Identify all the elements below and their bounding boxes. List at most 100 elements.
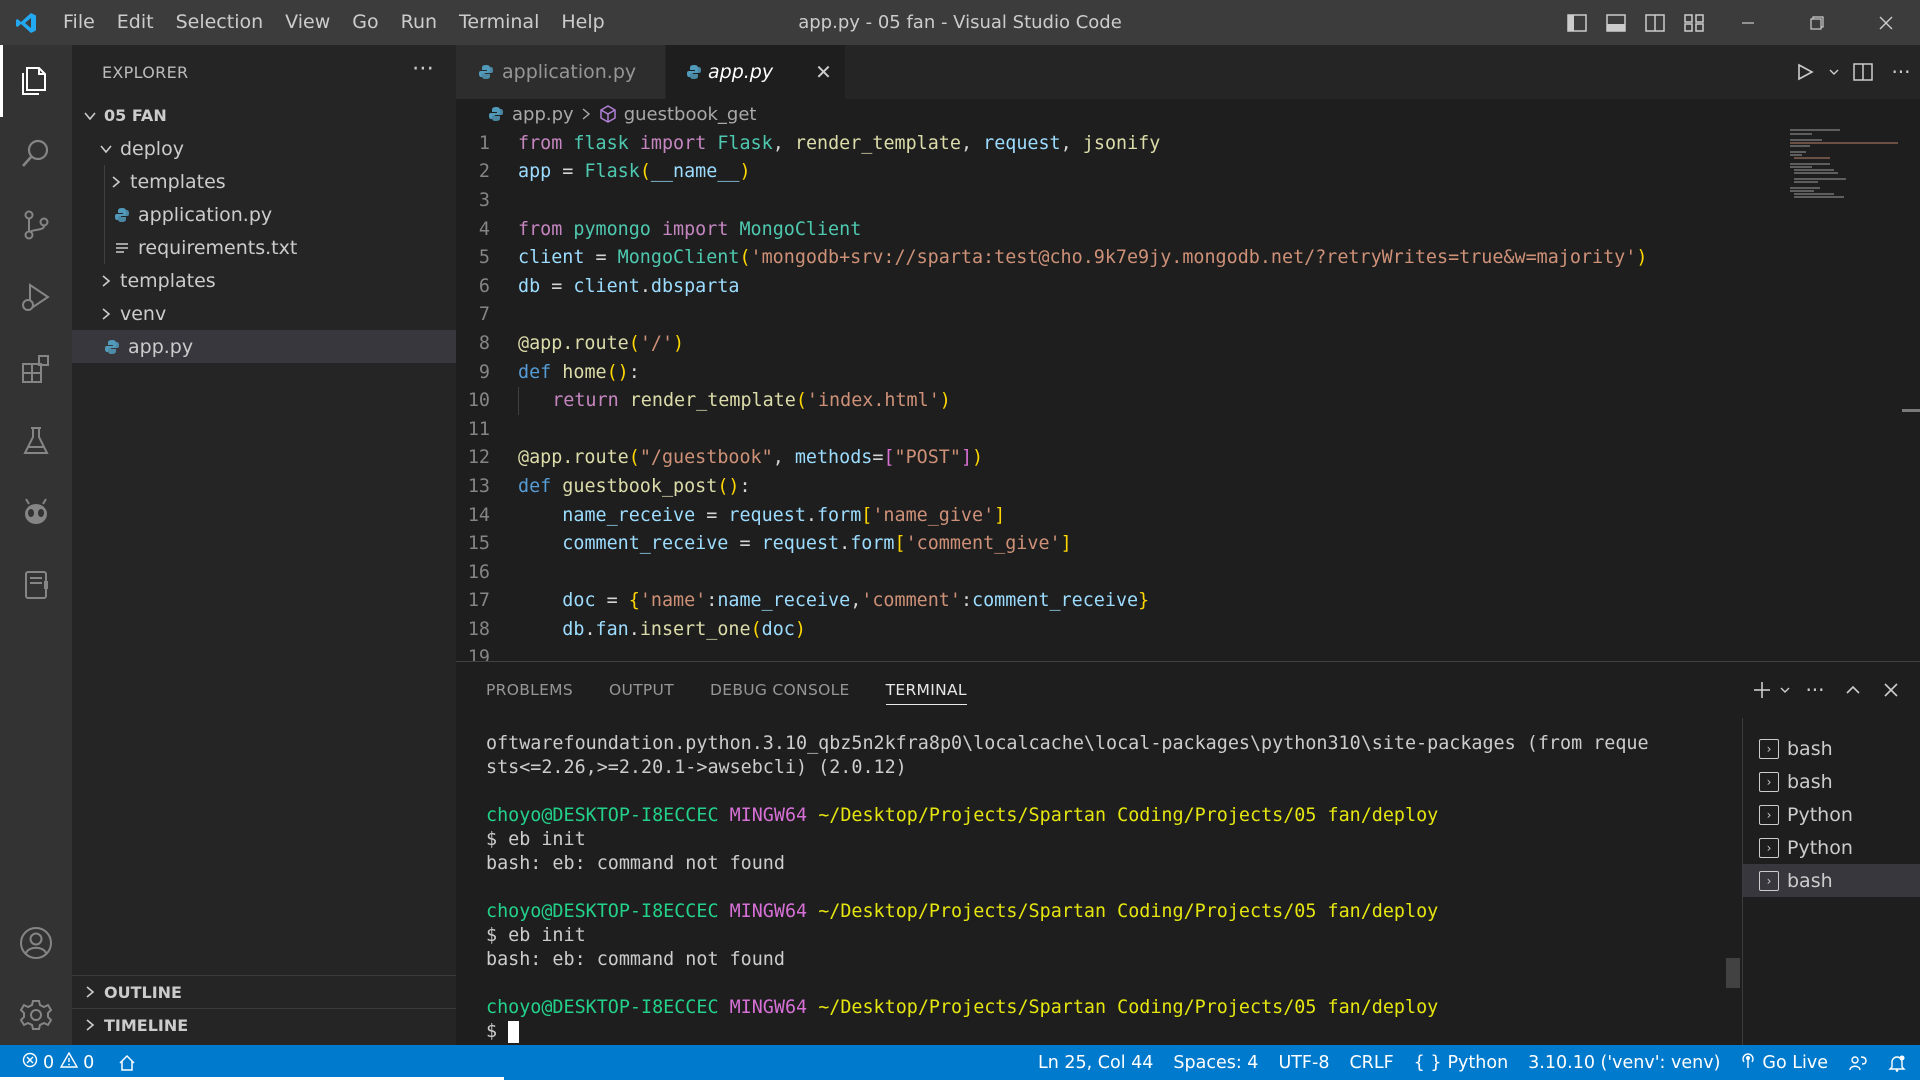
workspace-root[interactable]: 05 FAN	[72, 99, 456, 132]
tree-item-label: templates	[120, 269, 216, 292]
feedback-icon[interactable]	[1838, 1045, 1878, 1080]
panel-more-actions-icon[interactable]: ···	[1796, 662, 1834, 718]
python-interpreter[interactable]: 3.10.10 ('venv': venv)	[1518, 1045, 1730, 1080]
breadcrumb-file[interactable]: app.py	[512, 104, 574, 125]
encoding[interactable]: UTF-8	[1268, 1045, 1339, 1080]
terminal-instance[interactable]: › Python	[1743, 831, 1920, 864]
split-editor-icon[interactable]	[1844, 45, 1882, 99]
source-control-icon[interactable]	[0, 189, 72, 261]
tree-item-label: requirements.txt	[138, 236, 298, 259]
home-icon[interactable]	[104, 1045, 146, 1080]
toggle-secondary-sidebar-icon[interactable]	[1635, 0, 1674, 45]
menu-file[interactable]: File	[52, 0, 106, 45]
code-editor[interactable]: 1 from flask import Flask, render_templat…	[456, 129, 1920, 661]
notifications-bell-icon[interactable]	[1878, 1045, 1920, 1080]
run-dropdown-chevron-icon[interactable]	[1824, 45, 1844, 99]
close-panel-icon[interactable]	[1872, 662, 1910, 718]
code-line: 6 db = client.dbsparta	[478, 275, 740, 297]
terminal-scrollbar[interactable]	[1726, 958, 1740, 988]
terminal-prompt-line: choyo@DESKTOP-I8ECCEC MINGW64 ~/Desktop/…	[486, 996, 1736, 1020]
terminal-instance[interactable]: › bash	[1743, 864, 1920, 897]
menu-edit[interactable]: Edit	[106, 0, 165, 45]
settings-gear-icon[interactable]	[0, 979, 72, 1051]
extensions-icon[interactable]	[0, 333, 72, 405]
tab-debug-console[interactable]: DEBUG CONSOLE	[710, 662, 850, 718]
run-python-file-icon[interactable]	[1786, 45, 1824, 99]
editor-scrollbar[interactable]	[1902, 409, 1920, 412]
terminal-instance[interactable]: › Python	[1743, 798, 1920, 831]
menu-terminal[interactable]: Terminal	[448, 0, 550, 45]
code-line: 14 name_receive = request.form['name_giv…	[467, 504, 1006, 526]
tree-file-app-py[interactable]: app.py	[72, 330, 456, 363]
breadcrumb-symbol[interactable]: guestbook_get	[624, 104, 757, 125]
problems-status[interactable]: 0 0	[0, 1045, 104, 1080]
tab-application-py[interactable]: application.py	[456, 45, 666, 99]
minimap[interactable]	[1790, 129, 1900, 209]
outline-section[interactable]: OUTLINE	[72, 975, 456, 1008]
toggle-primary-sidebar-icon[interactable]	[1557, 0, 1596, 45]
code-line: 12 @app.route("/guestbook", methods=["POS…	[467, 447, 984, 469]
code-line: 11	[467, 418, 490, 440]
close-window-icon[interactable]	[1851, 0, 1920, 45]
bottom-panel: PROBLEMS OUTPUT DEBUG CONSOLE TERMINAL ·…	[456, 661, 1920, 1046]
terminal-input-line[interactable]: $	[486, 1020, 1736, 1044]
prompt-user: choyo@DESKTOP-I8ECCEC	[486, 901, 719, 922]
python-file-icon	[686, 62, 702, 82]
alien-extension-icon[interactable]	[0, 477, 72, 549]
toggle-panel-icon[interactable]	[1596, 0, 1635, 45]
menu-view[interactable]: View	[274, 0, 341, 45]
tree-folder-deploy[interactable]: deploy	[72, 132, 456, 165]
maximize-panel-chevron-up-icon[interactable]	[1834, 662, 1872, 718]
terminal-line: $ eb init	[486, 829, 586, 850]
menu-selection[interactable]: Selection	[165, 0, 275, 45]
menu-go[interactable]: Go	[341, 0, 389, 45]
accounts-icon[interactable]	[0, 907, 72, 979]
menu-help[interactable]: Help	[550, 0, 615, 45]
restore-icon[interactable]	[1782, 0, 1851, 45]
tree-file-requirements-txt[interactable]: requirements.txt	[72, 231, 456, 264]
language-mode[interactable]: { } Python	[1404, 1045, 1519, 1080]
end-of-line[interactable]: CRLF	[1339, 1045, 1403, 1080]
search-icon[interactable]	[0, 117, 72, 189]
explorer-icon[interactable]	[0, 45, 72, 117]
terminal-instance-label: Python	[1787, 803, 1853, 826]
notebook-icon[interactable]	[0, 549, 72, 621]
tree-item-label: app.py	[128, 335, 194, 358]
tab-output[interactable]: OUTPUT	[609, 662, 674, 718]
chevron-down-icon	[80, 106, 100, 126]
indentation[interactable]: Spaces: 4	[1163, 1045, 1268, 1080]
terminal-instance-label: bash	[1787, 869, 1833, 892]
tab-problems[interactable]: PROBLEMS	[486, 662, 573, 718]
testing-icon[interactable]	[0, 405, 72, 477]
run-debug-icon[interactable]	[0, 261, 72, 333]
warning-icon	[59, 1051, 79, 1073]
explorer-title: EXPLORER	[102, 62, 189, 82]
customize-layout-icon[interactable]	[1674, 0, 1713, 45]
terminal-instance[interactable]: › bash	[1743, 765, 1920, 798]
prompt-shell: MINGW64	[729, 901, 808, 922]
prompt-path: ~/Desktop/Projects/Spartan Coding/Projec…	[818, 805, 1439, 826]
tab-terminal[interactable]: TERMINAL	[885, 662, 968, 718]
more-actions-icon[interactable]: ···	[412, 57, 434, 82]
title-bar: File Edit Selection View Go Run Terminal…	[0, 0, 1920, 45]
menu-run[interactable]: Run	[390, 0, 448, 45]
code-line: 9 def home():	[478, 361, 640, 383]
terminal-instance[interactable]: › bash	[1743, 732, 1920, 765]
terminal-output[interactable]: oftwarefoundation.python.3.10_qbz5n2kfra…	[486, 732, 1736, 1044]
tree-folder-venv[interactable]: venv	[72, 297, 456, 330]
close-tab-icon[interactable]: ✕	[815, 60, 832, 84]
error-count: 0	[43, 1052, 55, 1073]
tab-app-py[interactable]: app.py ✕	[666, 45, 846, 99]
go-live-button[interactable]: Go Live	[1730, 1045, 1838, 1080]
tree-file-application-py[interactable]: application.py	[72, 198, 456, 231]
cursor-position[interactable]: Ln 25, Col 44	[1028, 1045, 1163, 1080]
tree-folder-templates-deploy[interactable]: templates	[72, 165, 456, 198]
timeline-section[interactable]: TIMELINE	[72, 1008, 456, 1041]
terminal-profile-chevron-icon[interactable]	[1774, 662, 1796, 718]
code-line: 10 return render_template('index.html')	[456, 386, 1920, 415]
editor-more-actions-icon[interactable]: ···	[1882, 45, 1920, 99]
minimize-icon[interactable]	[1713, 0, 1782, 45]
activity-bar	[0, 45, 72, 1045]
new-terminal-plus-icon[interactable]	[1750, 662, 1774, 718]
tree-folder-templates[interactable]: templates	[72, 264, 456, 297]
